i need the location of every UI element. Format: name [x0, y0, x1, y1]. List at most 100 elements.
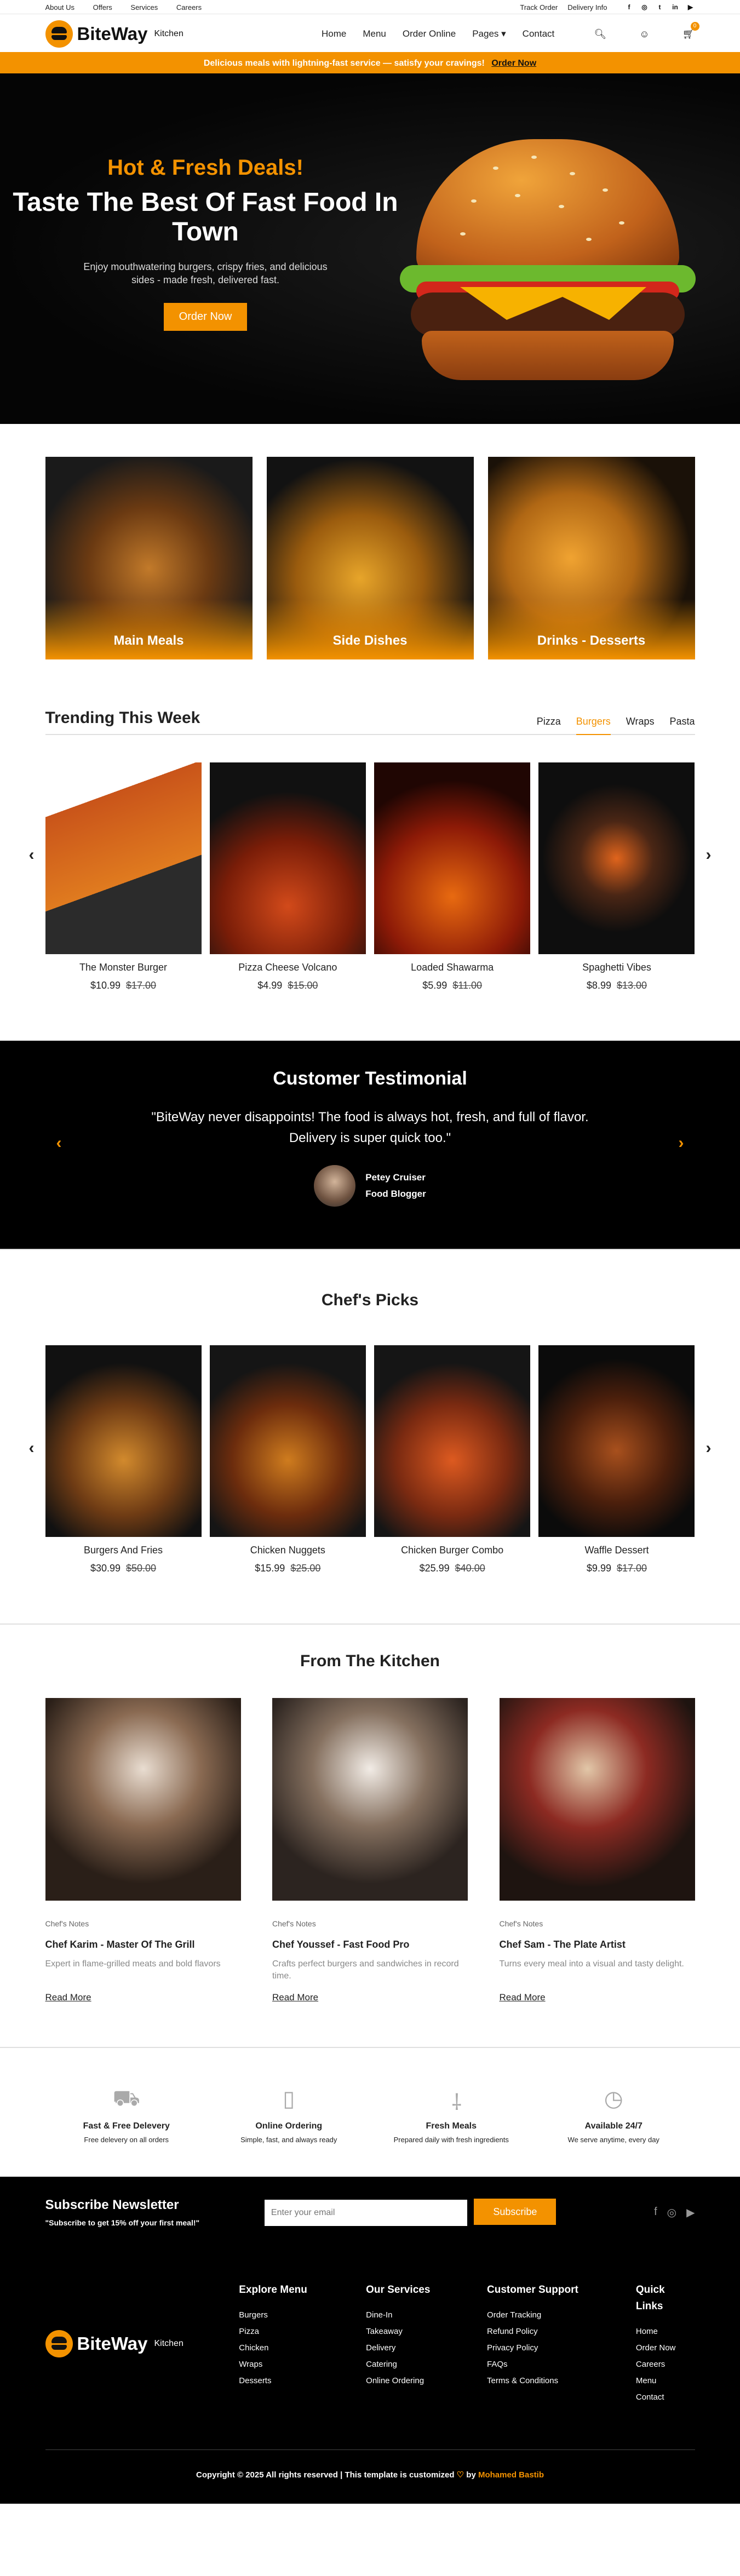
nav-pages[interactable]: Pages ▾ [472, 28, 506, 39]
promo-order-button[interactable]: Order Now [491, 59, 536, 68]
trending-prev-arrow[interactable]: ‹ [29, 846, 35, 864]
truck-icon: ⛟︎ [112, 2086, 140, 2110]
feature-item: ⛟︎ Fast & Free Delevery Free delevery on… [50, 2086, 203, 2144]
footer-link[interactable]: Home [636, 2323, 695, 2340]
footer-logo[interactable]: BiteWay Kitchen [45, 2282, 239, 2406]
trending-next-arrow[interactable]: › [706, 846, 712, 864]
hero-order-button[interactable]: Order Now [163, 303, 248, 331]
features-section: ⛟︎ Fast & Free Delevery Free delevery on… [0, 2047, 740, 2177]
tab-wraps[interactable]: Wraps [626, 716, 655, 727]
nav-pages-label: Pages [472, 28, 499, 39]
footer-link[interactable]: Takeaway [366, 2323, 487, 2340]
product-image [45, 1345, 202, 1537]
top-link-services[interactable]: Services [130, 3, 158, 12]
footer-link[interactable]: Order Tracking [487, 2307, 636, 2323]
product-card[interactable]: Chicken Burger Combo $25.99 $40.00 [374, 1345, 531, 1574]
category-label: Drinks - Desserts [537, 633, 646, 648]
product-old-price: $40.00 [455, 1563, 485, 1574]
footer-link[interactable]: Pizza [239, 2323, 366, 2340]
email-field[interactable] [264, 2200, 467, 2226]
read-more-link[interactable]: Read More [272, 1992, 318, 2003]
chefs-picks-section: Chef's Picks ‹ › Burgers And Fries $30.9… [0, 1249, 740, 1623]
footer-link[interactable]: Menu [636, 2373, 695, 2389]
footer-link[interactable]: Online Ordering [366, 2373, 487, 2389]
footer-link[interactable]: Wraps [239, 2356, 366, 2373]
brand-name: BiteWay [77, 24, 148, 44]
footer-link[interactable]: Burgers [239, 2307, 366, 2323]
footer-link[interactable]: Terms & Conditions [487, 2373, 636, 2389]
picks-next-arrow[interactable]: › [706, 1439, 712, 1458]
product-name: Waffle Dessert [584, 1545, 649, 1556]
main-header: BiteWay Kitchen Home Menu Order Online P… [0, 14, 740, 54]
feature-desc: Free delevery on all orders [84, 2136, 169, 2144]
twitter-icon[interactable]: t [656, 3, 664, 12]
footer-link[interactable]: Contact [636, 2389, 695, 2406]
logo[interactable]: BiteWay Kitchen [45, 20, 183, 48]
category-side-dishes[interactable]: Side Dishes [266, 457, 474, 659]
track-order-link[interactable]: Track Order [520, 3, 558, 12]
youtube-icon[interactable]: ▶ [686, 2206, 695, 2219]
product-card[interactable]: Loaded Shawarma $5.99 $11.00 [374, 762, 531, 991]
product-card[interactable]: Spaghetti Vibes $8.99 $13.00 [538, 762, 695, 991]
nav-home[interactable]: Home [322, 28, 346, 39]
product-card[interactable]: Chicken Nuggets $15.99 $25.00 [209, 1345, 366, 1574]
product-price: $10.99 [90, 980, 121, 991]
utensils-icon: ⸸ [440, 2091, 462, 2115]
author-link[interactable]: Mohamed Bastib [478, 2470, 544, 2480]
top-link-about[interactable]: About Us [45, 3, 74, 12]
post-title[interactable]: Chef Karim - Master Of The Grill [45, 1939, 241, 1950]
feature-desc: We serve anytime, every day [567, 2136, 659, 2144]
instagram-icon[interactable]: ◎ [667, 2206, 676, 2219]
product-card[interactable]: The Monster Burger $10.99 $17.00 [45, 762, 202, 991]
footer-link[interactable]: Careers [636, 2356, 695, 2373]
product-old-price: $25.00 [290, 1563, 321, 1574]
tab-burgers[interactable]: Burgers [576, 716, 611, 735]
chef-card: Chef's Notes Chef Sam - The Plate Artist… [499, 1698, 695, 2003]
testimonial-prev-arrow[interactable]: ‹ [56, 1134, 62, 1152]
instagram-icon[interactable]: ◎ [640, 3, 649, 12]
feature-title: Fresh Meals [426, 2121, 477, 2131]
category-section: Main Meals Side Dishes Drinks - Desserts [0, 424, 740, 709]
picks-prev-arrow[interactable]: ‹ [29, 1439, 35, 1458]
footer-link[interactable]: Refund Policy [487, 2323, 636, 2340]
user-icon[interactable]: ☺︎ [639, 28, 649, 40]
tab-pizza[interactable]: Pizza [537, 716, 561, 727]
footer-link[interactable]: Catering [366, 2356, 487, 2373]
product-card[interactable]: Waffle Dessert $9.99 $17.00 [538, 1345, 695, 1574]
tab-pasta[interactable]: Pasta [669, 716, 695, 727]
search-icon[interactable]: 🔍︎ [594, 28, 606, 40]
post-title[interactable]: Chef Youssef - Fast Food Pro [272, 1939, 468, 1950]
burger-logo-icon [45, 20, 73, 48]
read-more-link[interactable]: Read More [500, 1992, 546, 2003]
delivery-info-link[interactable]: Delivery Info [567, 3, 607, 12]
linkedin-icon[interactable]: in [671, 3, 680, 12]
category-drinks-desserts[interactable]: Drinks - Desserts [487, 457, 695, 659]
footer-link[interactable]: Order Now [636, 2340, 695, 2356]
product-card[interactable]: Pizza Cheese Volcano $4.99 $15.00 [209, 762, 366, 991]
product-price: $15.99 [255, 1563, 285, 1574]
feature-title: Available 24/7 [584, 2121, 643, 2131]
cart-icon[interactable]: 🛒︎ 0 [682, 21, 699, 40]
subscribe-button[interactable]: Subscribe [474, 2199, 557, 2225]
read-more-link[interactable]: Read More [45, 1992, 91, 2003]
testimonial-next-arrow[interactable]: › [679, 1134, 684, 1152]
top-link-careers[interactable]: Careers [176, 3, 202, 12]
footer-link[interactable]: Desserts [239, 2373, 366, 2389]
footer-link[interactable]: Delivery [366, 2340, 487, 2356]
nav-order-online[interactable]: Order Online [403, 28, 456, 39]
product-card[interactable]: Burgers And Fries $30.99 $50.00 [45, 1345, 202, 1574]
nav-contact[interactable]: Contact [523, 28, 555, 39]
footer-link[interactable]: Dine-In [366, 2307, 487, 2323]
top-link-offers[interactable]: Offers [93, 3, 112, 12]
footer-link[interactable]: Chicken [239, 2340, 366, 2356]
nav-menu[interactable]: Menu [363, 28, 386, 39]
youtube-icon[interactable]: ▶ [686, 3, 695, 12]
product-price: $30.99 [90, 1563, 121, 1574]
product-old-price: $11.00 [452, 980, 483, 991]
footer-link[interactable]: FAQs [487, 2356, 636, 2373]
facebook-icon[interactable]: f [654, 2206, 657, 2219]
category-main-meals[interactable]: Main Meals [45, 457, 253, 659]
footer-link[interactable]: Privacy Policy [487, 2340, 636, 2356]
facebook-icon[interactable]: f [625, 3, 634, 12]
post-title[interactable]: Chef Sam - The Plate Artist [500, 1939, 695, 1950]
